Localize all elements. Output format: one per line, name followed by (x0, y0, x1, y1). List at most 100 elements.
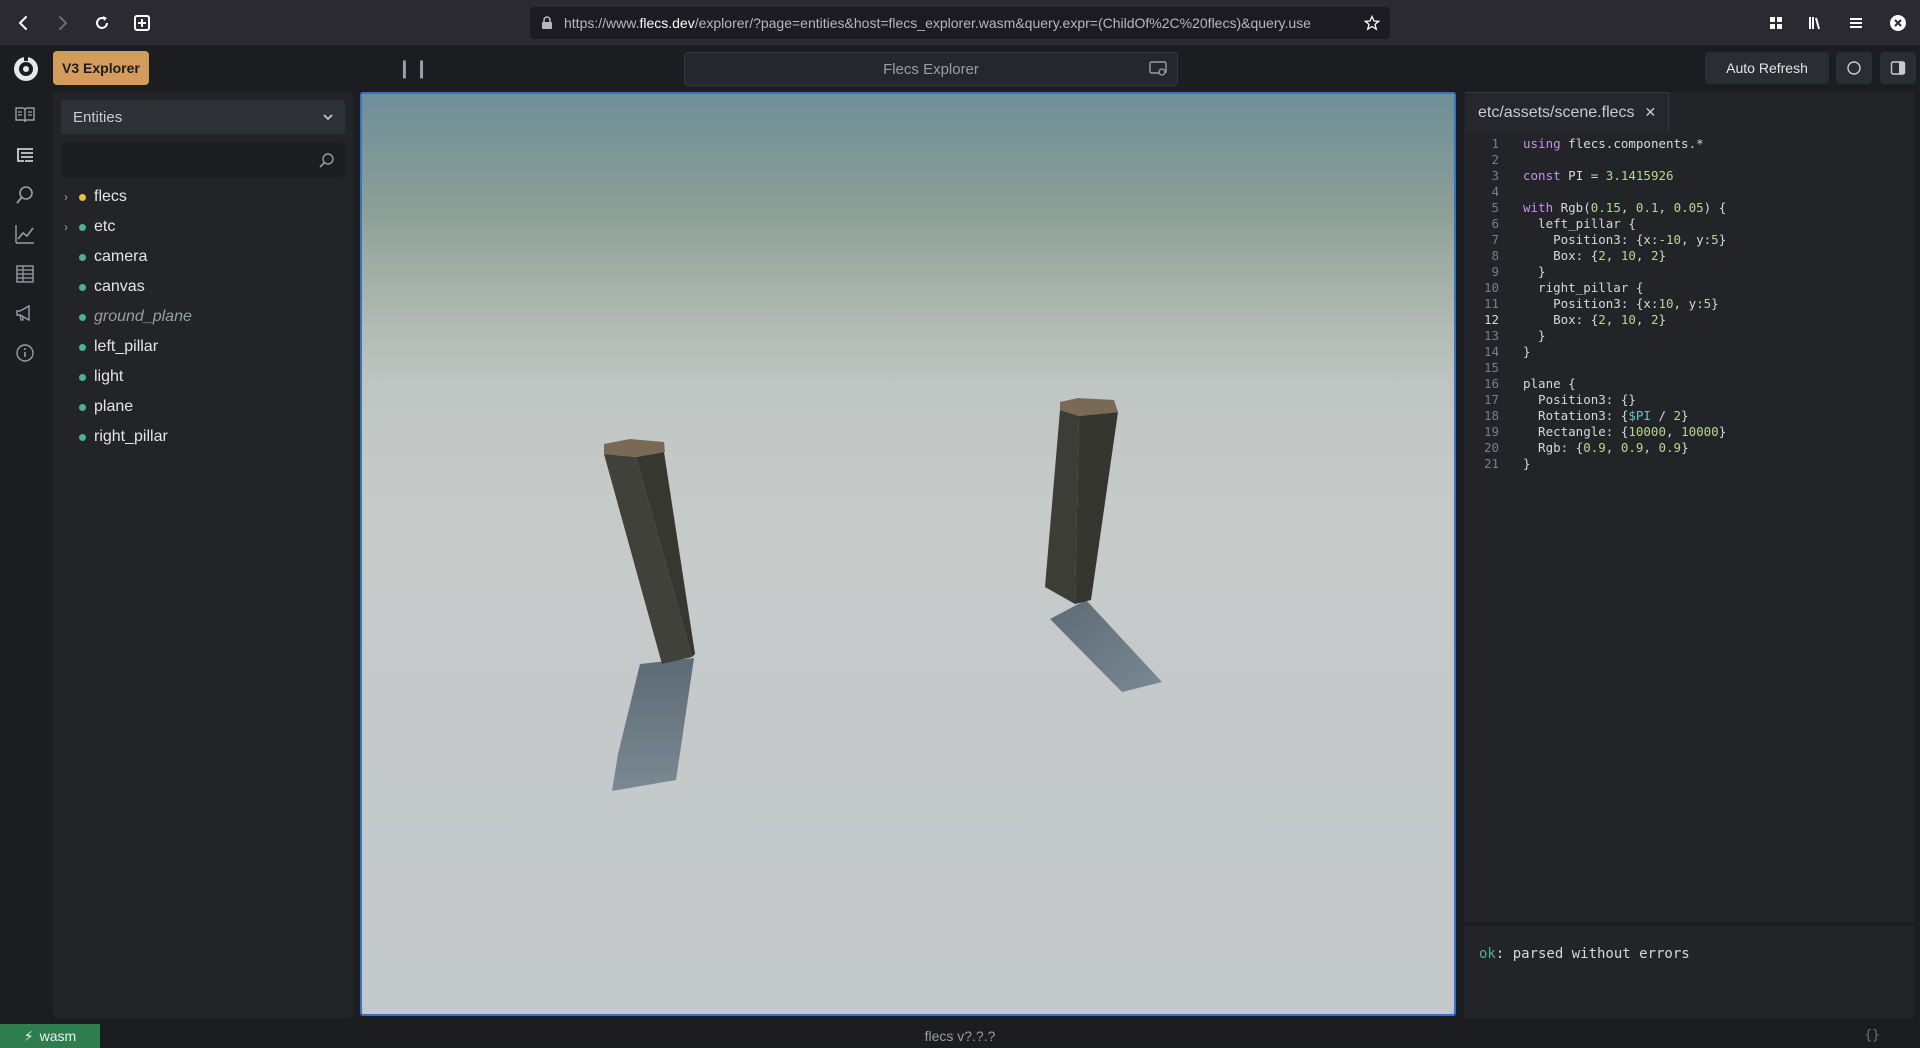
command-search[interactable]: Flecs Explorer (684, 52, 1178, 86)
pause-button[interactable]: ❙❙ (397, 53, 429, 83)
status-message: : parsed without errors (1495, 946, 1690, 962)
entity-kind-select[interactable]: Entities (61, 100, 345, 134)
docs-icon[interactable] (14, 104, 36, 126)
statistics-icon[interactable] (14, 223, 36, 245)
tree-item-flecs[interactable]: › flecs (61, 182, 345, 212)
arrow-right-icon (59, 15, 68, 30)
code-line: 14} (1464, 344, 1914, 360)
scene-viewport[interactable] (360, 92, 1456, 1016)
line-number: 2 (1491, 152, 1499, 167)
hamburger-icon (1850, 18, 1862, 28)
forward-button[interactable] (42, 0, 82, 46)
code-text: Rectangle: {10000, 10000} (1523, 424, 1727, 439)
flecs-logo-icon (14, 55, 38, 81)
status-ok: ok (1479, 946, 1496, 962)
toggle-panel-button[interactable] (1880, 52, 1916, 84)
line-number: 15 (1483, 360, 1499, 375)
code-text: } (1523, 328, 1546, 343)
tree-item-label: right_pillar (94, 428, 168, 445)
new-tab-button[interactable] (122, 0, 162, 46)
tree-item-camera[interactable]: camera (61, 242, 345, 272)
back-button[interactable] (4, 0, 44, 46)
left-pillar-shadow (612, 658, 694, 791)
line-number: 1 (1491, 136, 1499, 151)
entity-tree-icon[interactable] (14, 144, 36, 166)
editor-tab-label: etc/assets/scene.flecs (1478, 103, 1635, 121)
line-number: 9 (1491, 264, 1499, 279)
code-text: } (1523, 456, 1531, 471)
tree-item-label: etc (94, 218, 116, 235)
connection-status-button[interactable] (1836, 52, 1872, 84)
code-line: 8 Box: {2, 10, 2} (1464, 248, 1914, 264)
bookmark-star-icon[interactable] (1364, 15, 1380, 31)
line-number: 6 (1491, 216, 1499, 231)
code-line: 12 Box: {2, 10, 2} (1464, 312, 1914, 328)
code-line: 10 right_pillar { (1464, 280, 1914, 296)
code-line: 6 left_pillar { (1464, 216, 1914, 232)
tree-item-left-pillar[interactable]: left_pillar (61, 332, 345, 362)
parse-status: ok: parsed without errors (1464, 926, 1914, 1018)
megaphone-icon[interactable] (14, 302, 36, 324)
library-button[interactable] (1796, 0, 1836, 46)
code-line: 13 } (1464, 328, 1914, 344)
entity-dot-icon (79, 343, 86, 351)
browser-toolbar: https://www.flecs.dev/explorer/?page=ent… (0, 0, 1920, 46)
json-icon[interactable]: {} (1864, 1028, 1880, 1043)
tree-item-etc[interactable]: › etc (61, 212, 345, 242)
plus-square-icon (134, 14, 150, 31)
line-number: 17 (1483, 392, 1499, 407)
line-number: 11 (1483, 296, 1499, 311)
code-text: Box: {2, 10, 2} (1523, 248, 1667, 263)
url-prefix: https://www. (564, 15, 640, 31)
close-tab-icon[interactable]: ✕ (1645, 104, 1657, 121)
close-window-button[interactable] (1876, 0, 1920, 46)
table-icon[interactable] (14, 263, 36, 285)
circle-icon (1847, 61, 1861, 75)
code-text: Position3: {} (1523, 392, 1636, 407)
entity-search (61, 143, 345, 177)
menu-button[interactable] (1836, 0, 1876, 46)
right-pillar-front (1045, 410, 1079, 604)
tree-item-canvas[interactable]: canvas (61, 272, 345, 302)
library-icon (1809, 17, 1820, 30)
version-text: flecs v?.?.? (924, 1028, 996, 1044)
search-icon[interactable] (318, 152, 335, 169)
code-text: left_pillar { (1523, 216, 1636, 231)
right-pillar-shadow (1050, 600, 1162, 692)
tree-item-ground-plane[interactable]: ground_plane (61, 302, 345, 332)
code-area[interactable]: 1 using flecs.components.* 2 3 const PI = 3.… (1464, 136, 1914, 472)
line-number: 7 (1491, 232, 1499, 247)
code-text: right_pillar { (1523, 280, 1644, 295)
code-line: 4 (1464, 184, 1914, 200)
code-line: 17 Position3: {} (1464, 392, 1914, 408)
reload-icon (96, 15, 108, 29)
editor-tab[interactable]: etc/assets/scene.flecs ✕ (1466, 92, 1670, 132)
code-text: Box: {2, 10, 2} (1523, 312, 1667, 327)
code-text: plane { (1523, 376, 1576, 391)
code-text: } (1523, 264, 1546, 279)
tree-item-right-pillar[interactable]: right_pillar (61, 422, 345, 452)
line-number: 5 (1491, 200, 1499, 215)
line-number: 19 (1483, 424, 1499, 439)
line-number: 13 (1483, 328, 1499, 343)
code-line: 21} (1464, 456, 1914, 472)
close-icon (1890, 15, 1906, 31)
expand-caret-icon[interactable]: › (64, 190, 74, 204)
tree-item-light[interactable]: light (61, 362, 345, 392)
expand-caret-icon[interactable]: › (64, 220, 74, 234)
query-search-icon[interactable] (14, 184, 36, 206)
code-text: Rgb: {0.9, 0.9, 0.9} (1523, 440, 1689, 455)
url-bar[interactable]: https://www.flecs.dev/explorer/?page=ent… (530, 7, 1390, 39)
reload-button[interactable] (82, 0, 122, 46)
extensions-button[interactable] (1756, 0, 1796, 46)
browser-menu-area (1756, 0, 1920, 46)
code-text: with Rgb(0.15, 0.1, 0.05) { (1523, 200, 1727, 215)
entity-dot-icon (79, 253, 86, 261)
code-line: 5 with Rgb(0.15, 0.1, 0.05) { (1464, 200, 1914, 216)
entity-panel: Entities › flecs › etc camera canvas ground_pl… (53, 92, 353, 1018)
info-icon[interactable] (14, 342, 36, 364)
url-text: https://www.flecs.dev/explorer/?page=ent… (564, 15, 1358, 31)
tree-item-plane[interactable]: plane (61, 392, 345, 422)
auto-refresh-button[interactable]: Auto Refresh (1705, 52, 1829, 84)
entity-search-input[interactable] (61, 143, 345, 177)
